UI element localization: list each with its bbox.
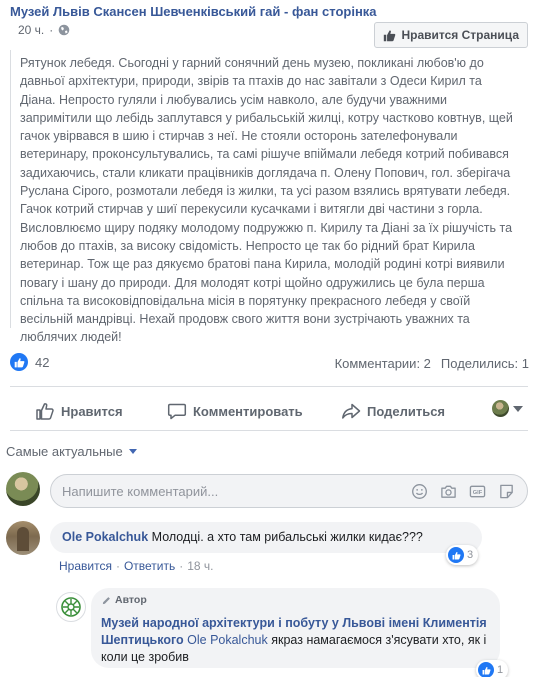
gif-icon[interactable]: GIF	[469, 483, 486, 500]
comment-input-placeholder: Напишите комментарий...	[62, 484, 219, 499]
page-name-link[interactable]: Музей Львів Скансен Шевченківський гай -…	[10, 4, 377, 19]
comment-author[interactable]: Ole Pokalchuk	[62, 530, 148, 544]
post-text: Рятунок лебедя. Сьогодні у гарний сонячн…	[10, 50, 528, 344]
share-button-label: Поделиться	[367, 403, 446, 419]
chevron-down-icon	[128, 449, 137, 454]
like-reaction-icon	[478, 662, 494, 677]
avatar[interactable]	[56, 592, 86, 622]
reactions-summary[interactable]: 42	[10, 353, 49, 371]
separator-dot: ·	[115, 559, 120, 573]
post-actions: Нравится Комментировать Поделиться	[10, 393, 528, 427]
like-reaction-icon	[448, 547, 464, 563]
like-page-button[interactable]: Нравится Страница	[374, 22, 528, 48]
author-badge: Автор	[101, 592, 490, 609]
separator-dot: ·	[49, 23, 54, 37]
shares-count[interactable]: Поделились: 1	[441, 356, 529, 371]
globe-icon[interactable]	[58, 24, 70, 36]
comment-reactions[interactable]: 3	[446, 545, 479, 565]
post-meta: 20 ч. ·	[18, 23, 70, 37]
reactions-count: 42	[35, 354, 50, 370]
camera-icon[interactable]	[440, 483, 457, 500]
comment-button-label: Комментировать	[193, 403, 303, 419]
pencil-icon	[102, 597, 110, 605]
like-button-label: Нравится	[61, 403, 123, 419]
post-header: Музей Львів Скансен Шевченківський гай -…	[10, 0, 528, 48]
thumbs-up-icon	[384, 29, 396, 41]
svg-text:GIF: GIF	[473, 490, 483, 496]
comment-like-link[interactable]: Нравится	[59, 559, 112, 573]
reply-content: Музей народної архітектури і побуту у Ль…	[101, 615, 490, 666]
sticker-icon[interactable]	[498, 483, 515, 500]
comment-button[interactable]: Комментировать	[167, 401, 303, 421]
engagement-counts: Комментарии: 2 Поделились: 1	[335, 356, 529, 371]
comment-reaction-count: 3	[467, 549, 474, 561]
comment-reply-link[interactable]: Ответить	[124, 559, 175, 573]
comment-sort-dropdown[interactable]: Самые актуальные	[6, 444, 137, 459]
composer-tools: GIF	[411, 483, 515, 500]
divider	[10, 386, 528, 387]
comment-text: Молодці. а хто там рибальські жилки кида…	[151, 530, 423, 544]
speech-bubble-icon	[167, 403, 187, 420]
separator-dot: ·	[179, 559, 184, 573]
like-reaction-icon	[10, 353, 28, 371]
thumbs-up-icon	[36, 403, 54, 420]
comment-input[interactable]: Напишите комментарий... GIF	[50, 474, 528, 508]
emoji-icon[interactable]	[411, 483, 428, 500]
avatar	[6, 472, 40, 506]
post-time[interactable]: 20 ч.	[18, 23, 44, 37]
comment-bubble: Ole Pokalchuk Молодці. а хто там рибальс…	[50, 522, 482, 553]
like-button[interactable]: Нравится	[35, 401, 123, 421]
sort-label: Самые актуальные	[6, 444, 123, 459]
share-button[interactable]: Поделиться	[341, 401, 445, 421]
like-page-label: Нравится Страница	[401, 28, 519, 42]
chevron-down-icon	[513, 405, 523, 412]
share-arrow-icon	[342, 403, 361, 419]
comment-time[interactable]: 18 ч.	[187, 559, 213, 573]
reply-reactions[interactable]: 1	[476, 660, 509, 677]
reply-bubble: Автор Музей народної архітектури і побут…	[91, 588, 500, 668]
museum-logo-icon	[61, 597, 81, 617]
author-badge-label: Автор	[115, 594, 147, 606]
reply-mention[interactable]: Ole Pokalchuk	[187, 633, 268, 647]
avatar	[492, 400, 509, 417]
comment-actions: Нравится · Ответить · 18 ч.	[59, 559, 214, 573]
comments-count[interactable]: Комментарии: 2	[335, 356, 431, 371]
divider	[10, 430, 528, 431]
avatar[interactable]	[6, 521, 40, 555]
actor-selector[interactable]	[492, 400, 523, 417]
reply-reaction-count: 1	[497, 664, 504, 676]
